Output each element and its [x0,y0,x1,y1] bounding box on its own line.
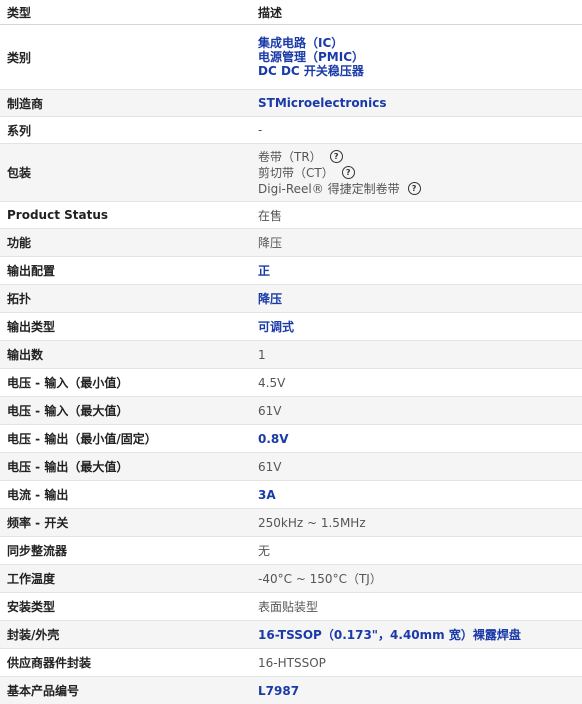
row-value: 降压 [252,285,582,312]
row-label: 系列 [7,123,32,138]
row-label: 电压 - 输出（最大值） [7,460,129,474]
row-value: - [258,123,263,137]
row-topology: 拓扑 降压 [0,285,582,313]
row-label: 工作温度 [7,572,56,586]
row-value: -40°C ~ 150°C（TJ） [258,572,382,586]
row-mount-type: 安装类型 表面贴装型 [0,593,582,621]
row-label: 频率 - 开关 [7,516,69,530]
vout-min-link[interactable]: 0.8V [258,432,582,446]
packaging-option: 卷带（TR） ? [258,149,582,165]
category-link-dcdc[interactable]: DC DC 开关稳压器 [258,64,582,78]
row-value: 正 [252,257,582,284]
row-label: 电压 - 输入（最小值） [7,376,129,390]
package-case-link[interactable]: 16-TSSOP（0.173"，4.40mm 宽）裸露焊盘 [258,626,582,643]
row-vout-max: 电压 - 输出（最大值） 61V [0,453,582,481]
row-label: 封装/外壳 [7,628,60,642]
row-function: 功能 降压 [0,229,582,257]
packaging-option-text: 剪切带（CT） [258,165,334,180]
row-series: 系列 - [0,117,582,144]
output-type-link[interactable]: 可调式 [258,318,582,335]
row-label: 功能 [7,236,32,250]
row-base-part: 基本产品编号 L7987 [0,677,582,704]
row-output-type: 输出类型 可调式 [0,313,582,341]
spec-table: 类型 描述 类别 集成电路（IC） 电源管理（PMIC） DC DC 开关稳压器… [0,0,582,704]
row-packaging: 包装 卷带（TR） ? 剪切带（CT） ? Digi-Reel® 得捷定制卷带 … [0,144,582,202]
packaging-option-text: Digi-Reel® 得捷定制卷带 [258,181,400,196]
row-num-outputs: 输出数 1 [0,341,582,369]
row-label: 安装类型 [7,600,56,614]
row-sync-rectifier: 同步整流器 无 [0,537,582,565]
row-value: 降压 [258,236,283,250]
category-link-pmic[interactable]: 电源管理（PMIC） [258,50,582,64]
row-op-temp: 工作温度 -40°C ~ 150°C（TJ） [0,565,582,593]
row-label: 供应商器件封装 [7,656,92,670]
row-value: 卷带（TR） ? 剪切带（CT） ? Digi-Reel® 得捷定制卷带 ? [252,144,582,201]
row-label: 同步整流器 [7,544,68,558]
row-value: 4.5V [258,375,286,390]
row-vout-min: 电压 - 输出（最小值/固定） 0.8V [0,425,582,453]
row-label: 电流 - 输出 [7,488,69,502]
row-value: 0.8V [252,425,582,452]
row-label: 拓扑 [7,292,32,306]
row-manufacturer: 制造商 STMicroelectronics [0,90,582,117]
packaging-option: Digi-Reel® 得捷定制卷带 ? [258,181,582,197]
row-label: 电压 - 输出（最小值/固定） [7,432,157,446]
base-part-link[interactable]: L7987 [258,684,582,698]
row-iout: 电流 - 输出 3A [0,481,582,509]
row-value: 表面贴装型 [258,600,319,614]
row-value: 250kHz ~ 1.5MHz [258,515,366,530]
row-value: 集成电路（IC） 电源管理（PMIC） DC DC 开关稳压器 [252,25,582,89]
row-freq: 频率 - 开关 250kHz ~ 1.5MHz [0,509,582,537]
help-circle-icon[interactable]: ? [329,150,343,163]
category-link-ic[interactable]: 集成电路（IC） [258,36,582,50]
row-label: Product Status [7,208,109,222]
table-header: 类型 描述 [0,0,582,25]
row-product-status: Product Status 在售 [0,202,582,229]
row-vin-min: 电压 - 输入（最小值） 4.5V [0,369,582,397]
row-label: 输出类型 [7,320,56,334]
header-type: 类型 [7,5,32,20]
row-label: 类别 [7,50,32,65]
output-config-link[interactable]: 正 [258,262,582,279]
row-value: 无 [258,544,271,558]
help-circle-icon[interactable]: ? [341,166,355,179]
row-vin-max: 电压 - 输入（最大值） 61V [0,397,582,425]
row-output-config: 输出配置 正 [0,257,582,285]
row-value: 16-TSSOP（0.173"，4.40mm 宽）裸露焊盘 [252,621,582,648]
help-circle-icon[interactable]: ? [407,182,421,195]
row-value: 3A [252,481,582,508]
topology-link[interactable]: 降压 [258,290,582,307]
row-category: 类别 集成电路（IC） 电源管理（PMIC） DC DC 开关稳压器 [0,25,582,90]
packaging-option: 剪切带（CT） ? [258,165,582,181]
row-label: 制造商 [7,96,44,111]
row-value: 61V [258,459,282,474]
row-label: 电压 - 输入（最大值） [7,404,129,418]
row-label: 输出配置 [7,264,56,278]
row-value: L7987 [252,677,582,704]
row-value: 16-HTSSOP [258,655,326,670]
row-value: 在售 [258,208,283,223]
row-value: STMicroelectronics [252,90,582,116]
row-supplier-package: 供应商器件封装 16-HTSSOP [0,649,582,677]
row-label: 包装 [7,166,32,180]
packaging-option-text: 卷带（TR） [258,149,322,164]
header-description: 描述 [258,5,283,20]
manufacturer-link[interactable]: STMicroelectronics [258,96,582,110]
row-value: 61V [258,403,282,418]
row-value: 可调式 [252,313,582,340]
row-package-case: 封装/外壳 16-TSSOP（0.173"，4.40mm 宽）裸露焊盘 [0,621,582,649]
row-value: 1 [258,347,266,362]
row-label: 输出数 [7,348,44,362]
iout-link[interactable]: 3A [258,488,582,502]
row-label: 基本产品编号 [7,684,80,698]
